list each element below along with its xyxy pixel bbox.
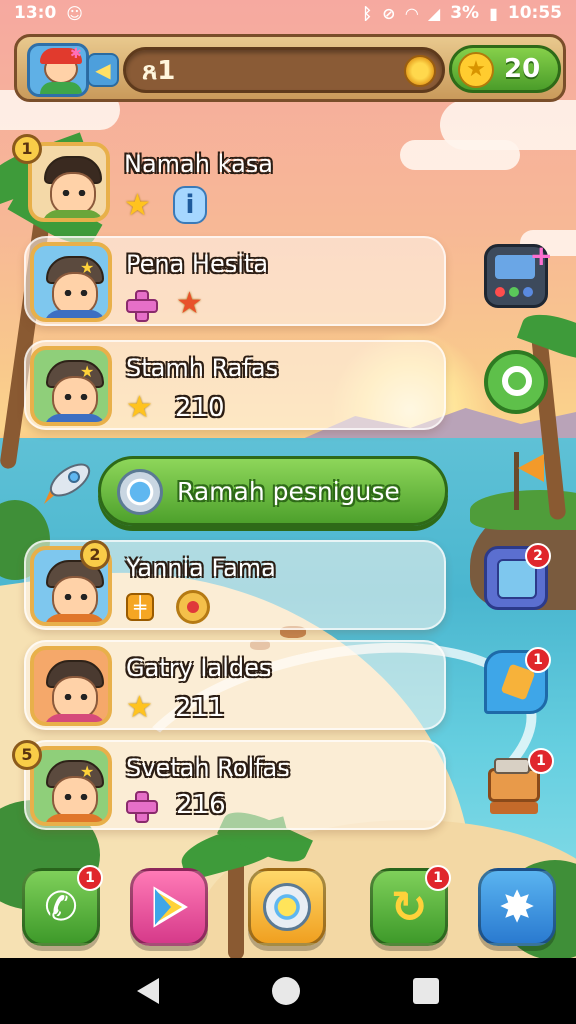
ticket-icon: ╪ [126, 593, 154, 621]
favorites-button[interactable]: ✸ [478, 868, 556, 946]
bluetooth-icon: ᛒ [362, 3, 373, 23]
gear-icon[interactable] [404, 55, 436, 87]
shop-stall-icon[interactable]: 1 [484, 748, 554, 818]
map-badge: 2 [525, 543, 551, 569]
chat-badge: 1 [525, 647, 551, 673]
friend-name: Svetah Rolfas [126, 754, 290, 782]
friend-name: Gatry Ialdes [126, 654, 272, 682]
avatar: ★ [30, 746, 112, 826]
signal-icon: ◢ [427, 3, 441, 23]
flag-icon[interactable] [484, 446, 548, 510]
rank-badge: 5 [12, 740, 42, 770]
friend-card[interactable]: ★ Stamh Rafas ★ 210 [24, 340, 446, 430]
friend-card[interactable]: Gatry Ialdes ★ 211 [24, 640, 446, 730]
nav-recents-icon[interactable] [413, 978, 440, 1004]
game-console-icon[interactable]: + [484, 239, 553, 308]
invite-button[interactable]: Ramah pesniguse [98, 456, 448, 526]
chat-icon[interactable]: 1 [484, 647, 551, 714]
shop-badge: 1 [528, 748, 554, 774]
star-icon: ★ [176, 286, 203, 321]
info-icon[interactable]: i [172, 186, 207, 224]
refresh-icon: ↻ [390, 881, 428, 933]
wifi-icon: ◠ [405, 3, 418, 23]
map-icon[interactable]: 2 [484, 543, 551, 610]
navigation-bar [0, 958, 576, 1024]
battery-icon: ▮ [489, 3, 498, 23]
player-avatar[interactable]: ✱ [27, 43, 89, 97]
friend-score: 211 [174, 692, 225, 723]
top-hud: ✱ ◀ ጸ1 ★ 20 [14, 34, 566, 102]
search-icon[interactable] [484, 350, 548, 414]
battery-percent: 3% [450, 3, 480, 23]
coin-counter[interactable]: ★ 20 [449, 45, 561, 93]
friend-score: 216 [176, 790, 226, 820]
gear-icon [117, 469, 163, 515]
friend-card[interactable]: ★ Svetah Rolfas 216 [24, 740, 446, 830]
level-bar: ጸ1 [123, 47, 445, 93]
refresh-badge: 1 [425, 865, 451, 891]
rank-badge: 2 [80, 540, 110, 570]
star-icon: ★ [124, 187, 151, 223]
rank-badge: 1 [12, 134, 42, 164]
friend-name: Pena Hesita [126, 250, 269, 278]
alarm-off-icon: ⊘ [382, 3, 396, 23]
friend-name: Namah kasa [124, 150, 273, 178]
avatar: ★ [30, 242, 112, 322]
plus-icon [126, 289, 158, 322]
rocket-icon [44, 463, 91, 504]
star-icon: ★ [126, 690, 153, 725]
coin-star-icon: ★ [458, 52, 494, 88]
nav-home-icon[interactable] [271, 977, 300, 1005]
notification-icon: ☺ [66, 3, 83, 23]
friend-name: Yannia Fama [126, 554, 276, 582]
star-icon: ★ [126, 390, 153, 425]
coin-value: 20 [504, 54, 541, 84]
phone-icon: ✆ [44, 884, 78, 930]
play-store-button[interactable] [130, 868, 208, 946]
avatar [30, 646, 112, 726]
target-icon [176, 590, 210, 624]
play-icon [153, 886, 188, 928]
status-bar: 13:0 ☺ ᛒ ⊘ ◠ ◢ 3% ▮ 10:55 [0, 0, 576, 26]
status-time-left: 13:0 [14, 3, 57, 23]
invite-button-label: Ramah pesniguse [177, 477, 400, 506]
status-clock: 10:55 [507, 3, 562, 23]
friend-score: 210 [174, 392, 225, 423]
refresh-button[interactable]: ↻ 1 [370, 865, 451, 946]
friend-card[interactable]: ★ Pena Hesita ★ [24, 236, 446, 326]
friend-name: Stamh Rafas [126, 354, 279, 382]
phone-badge: 1 [77, 865, 103, 891]
nav-back-icon[interactable] [136, 978, 159, 1004]
back-arrow-icon[interactable]: ◀ [87, 53, 119, 87]
avatar: ★ [30, 346, 112, 426]
player-level: ጸ1 [142, 56, 176, 86]
friend-card[interactable]: Namah kasa ★ i [24, 138, 446, 228]
phone-button[interactable]: ✆ 1 [22, 865, 103, 946]
star-badge-icon: ✸ [498, 881, 536, 933]
plus-icon [126, 791, 158, 823]
settings-button[interactable] [248, 868, 326, 946]
settings-gear-icon [263, 883, 311, 931]
